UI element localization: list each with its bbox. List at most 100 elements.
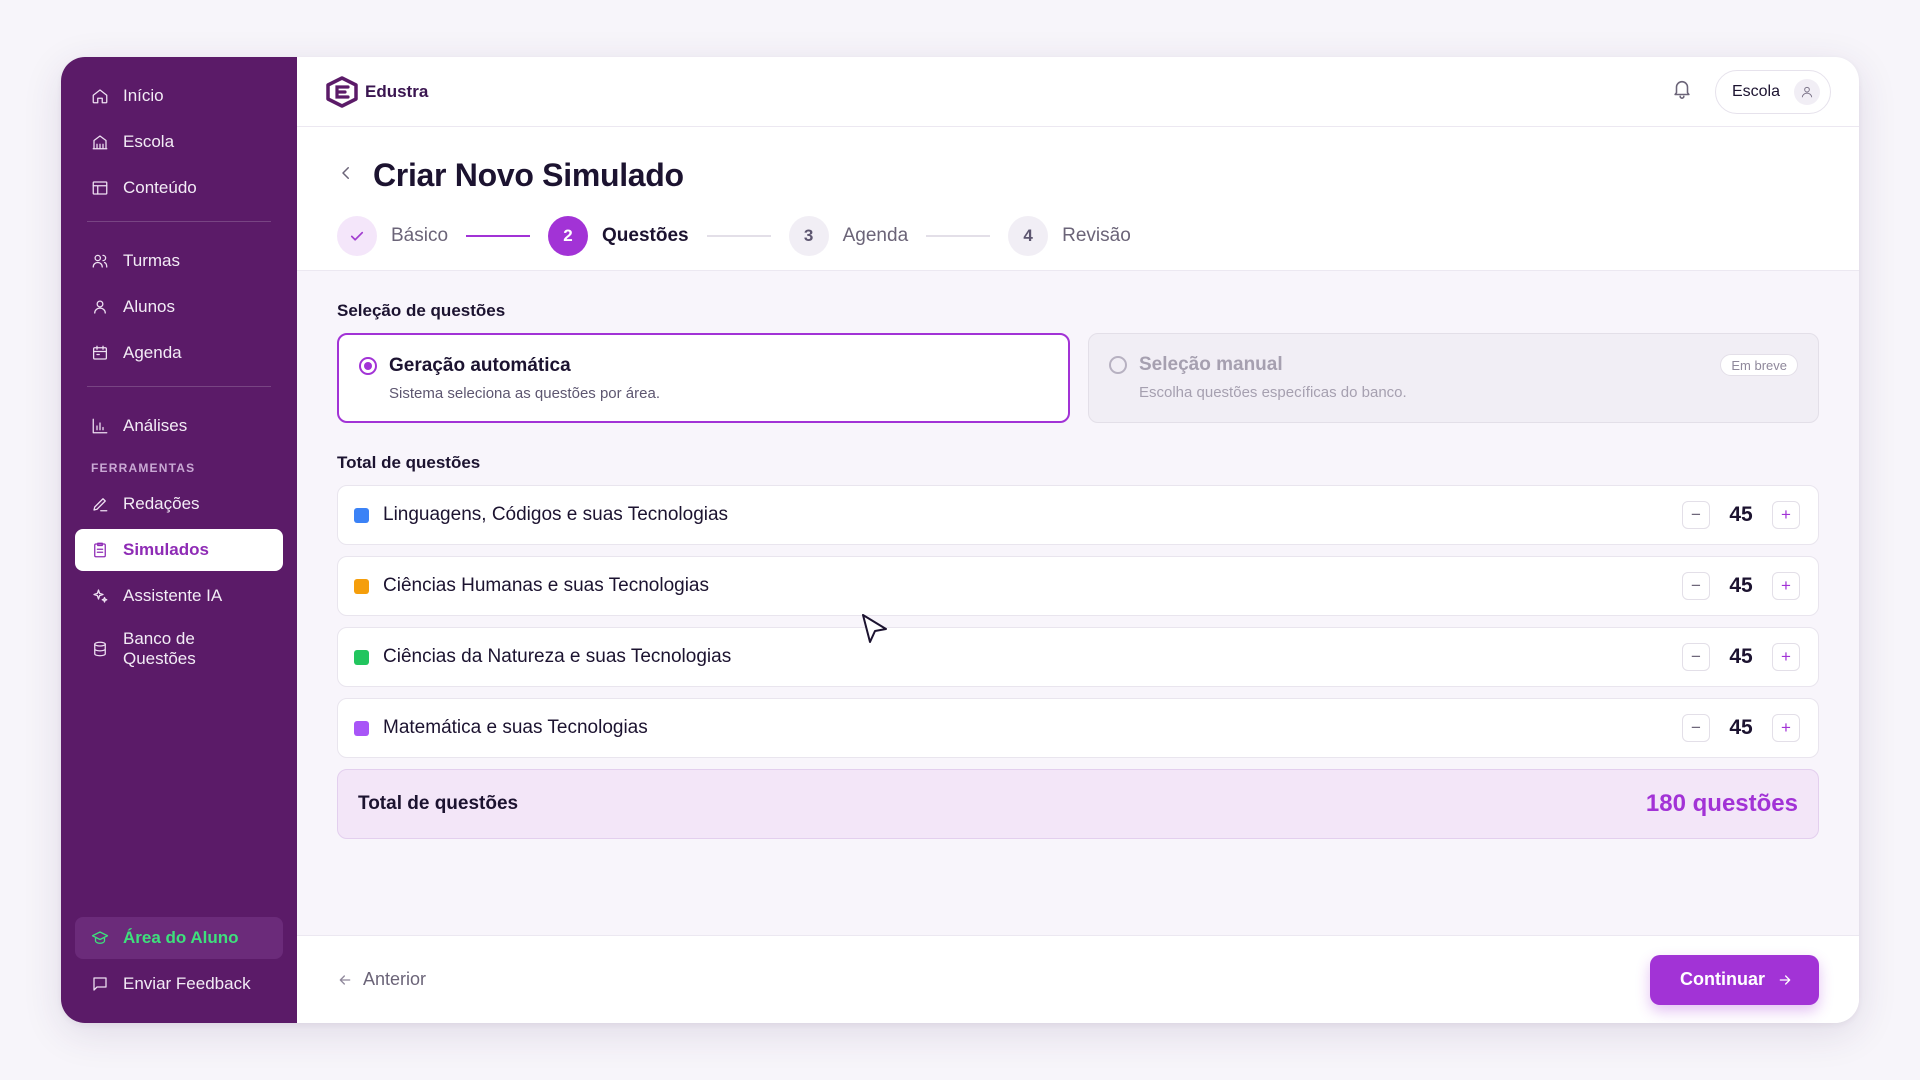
sidebar-item-label: Análises — [123, 416, 188, 435]
sidebar-item-simulados[interactable]: Simulados — [75, 529, 283, 571]
decrement-button[interactable]: − — [1682, 572, 1710, 600]
sidebar-item-alunos[interactable]: Alunos — [75, 286, 283, 328]
arrow-left-icon — [339, 974, 351, 985]
message-square-icon — [93, 977, 107, 991]
option-title: Seleção manual — [1139, 354, 1283, 375]
previous-button[interactable]: Anterior — [337, 969, 426, 990]
sidebar-item-redacoes[interactable]: Redações — [75, 483, 283, 525]
area-name: Matemática e suas Tecnologias — [383, 717, 648, 738]
total-value: 180 questões — [1645, 790, 1798, 817]
sidebar-item-label: Banco de Questões — [123, 628, 196, 668]
option-description: Sistema seleciona as questões por área. — [389, 385, 660, 402]
step-connector — [706, 235, 771, 237]
sidebar-item-label: Alunos — [123, 297, 175, 316]
sidebar-item-agenda[interactable]: Agenda — [75, 332, 283, 374]
content-panel: Seleção de questões Geração automática S… — [297, 271, 1859, 935]
building-icon — [92, 135, 108, 150]
continue-button[interactable]: Continuar — [1650, 954, 1819, 1005]
area-color-swatch — [354, 578, 369, 594]
sidebar-item-label: Agenda — [123, 343, 182, 362]
sidebar-item-label: Início — [123, 86, 164, 105]
total-summary: Total de questões 180 questões — [337, 769, 1819, 839]
database-icon — [94, 641, 106, 657]
step-agenda[interactable]: 3 Agenda — [788, 216, 909, 256]
student-area-label: Área do Aluno — [123, 928, 239, 947]
sidebar-item-banco-questoes[interactable]: Banco de Questões — [75, 621, 283, 677]
sidebar-divider — [87, 386, 271, 387]
decrement-button[interactable]: − — [1682, 714, 1710, 742]
quantity-stepper: − 45 + — [1682, 714, 1800, 742]
sidebar-item-inicio[interactable]: Início — [75, 75, 283, 117]
step-label: Básico — [391, 225, 449, 246]
sidebar-item-label: Assistente IA — [123, 586, 223, 605]
quantity-value: 45 — [1729, 645, 1753, 668]
bell-icon — [1674, 80, 1690, 99]
sidebar-item-label: Turmas — [123, 251, 180, 270]
step-basico[interactable]: Básico — [337, 216, 448, 256]
continue-label: Continuar — [1680, 969, 1765, 989]
increment-button[interactable]: + — [1772, 572, 1800, 600]
sidebar-item-escola[interactable]: Escola — [75, 121, 283, 163]
step-circle: 4 — [1008, 216, 1049, 256]
sidebar-item-label: Simulados — [123, 540, 209, 559]
page-header: Criar Novo Simulado Básico 2 Questões 3 — [297, 127, 1859, 271]
area-color-swatch — [354, 649, 369, 665]
step-questoes[interactable]: 2 Questões — [548, 216, 689, 256]
sidebar-item-analises[interactable]: Análises — [75, 405, 283, 447]
account-menu-button[interactable]: Escola — [1714, 69, 1831, 114]
sidebar-item-label: Escola — [123, 132, 175, 151]
previous-label: Anterior — [363, 969, 427, 989]
coming-soon-badge: Em breve — [1720, 354, 1798, 376]
step-circle — [337, 216, 377, 256]
mouse-cursor-icon — [862, 614, 887, 643]
step-label: Agenda — [842, 225, 909, 246]
bar-chart-icon — [92, 418, 108, 434]
area-name: Ciências da Natureza e suas Tecnologias — [383, 646, 732, 667]
brand-logo[interactable]: Edustra — [325, 75, 428, 108]
increment-button[interactable]: + — [1772, 714, 1800, 742]
topbar: Edustra Escola — [297, 57, 1859, 127]
area-color-swatch — [354, 507, 369, 523]
option-description: Escolha questões específicas do banco. — [1139, 384, 1407, 401]
graduation-cap-icon — [91, 931, 109, 944]
check-icon — [350, 231, 364, 241]
radio-auto-generation[interactable] — [359, 357, 377, 375]
app-window: Início Escola Conteúdo Turmas Alunos Age… — [61, 57, 1859, 1023]
calendar-icon — [92, 345, 108, 360]
step-label: Revisão — [1062, 225, 1131, 246]
feedback-button[interactable]: Enviar Feedback — [75, 963, 283, 1005]
sidebar-item-label: Redações — [123, 494, 200, 513]
quantity-stepper: − 45 + — [1682, 501, 1800, 529]
feedback-label: Enviar Feedback — [123, 974, 251, 993]
sidebar-item-assistente-ia[interactable]: Assistente IA — [75, 575, 283, 617]
quantity-value: 45 — [1729, 574, 1753, 597]
step-circle: 2 — [548, 216, 589, 256]
area-row-humanas: Ciências Humanas e suas Tecnologias − 45… — [337, 556, 1819, 616]
increment-button[interactable]: + — [1772, 501, 1800, 529]
selection-section-title: Seleção de questões — [337, 301, 506, 320]
student-area-button[interactable]: Área do Aluno — [75, 917, 283, 959]
decrement-button[interactable]: − — [1682, 501, 1710, 529]
sidebar-item-conteudo[interactable]: Conteúdo — [75, 167, 283, 209]
wizard-footer: Anterior Continuar — [297, 935, 1859, 1023]
area-name: Linguagens, Códigos e suas Tecnologias — [383, 504, 729, 525]
decrement-button[interactable]: − — [1682, 643, 1710, 671]
edustra-logo-icon — [326, 75, 358, 108]
step-revisao[interactable]: 4 Revisão — [1008, 216, 1131, 256]
increment-button[interactable]: + — [1772, 643, 1800, 671]
sidebar-item-turmas[interactable]: Turmas — [75, 240, 283, 282]
option-title: Geração automática — [389, 355, 571, 376]
quantity-value: 45 — [1729, 503, 1753, 526]
main-area: Edustra Escola Criar Novo Simulado Básic… — [297, 57, 1859, 1023]
home-icon — [92, 89, 108, 104]
notifications-button[interactable] — [1671, 78, 1693, 105]
wizard-stepper: Básico 2 Questões 3 Agenda 4 Revisão — [337, 216, 1819, 256]
area-row-linguagens: Linguagens, Códigos e suas Tecnologias −… — [337, 485, 1819, 545]
sparkles-icon — [93, 589, 108, 603]
option-auto-generation[interactable]: Geração automática Sistema seleciona as … — [337, 333, 1070, 423]
school-label: Escola — [1731, 82, 1780, 100]
back-button[interactable] — [337, 164, 355, 187]
sidebar-item-label: Conteúdo — [123, 178, 197, 197]
avatar — [1794, 78, 1820, 105]
user-avatar-icon — [1801, 86, 1813, 97]
